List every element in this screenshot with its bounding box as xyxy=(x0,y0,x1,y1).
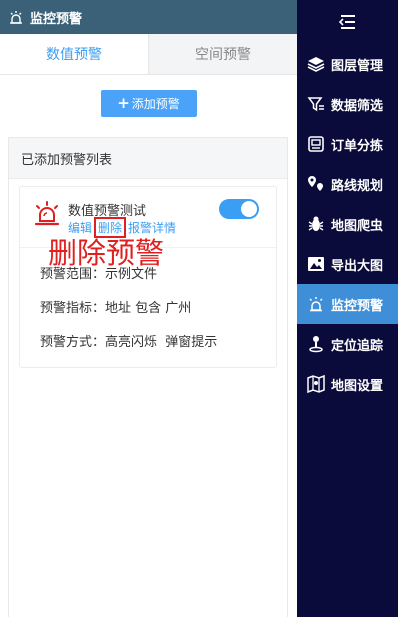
nav-item-filter[interactable]: 数据筛选 xyxy=(297,84,398,124)
nav-item-route[interactable]: 路线规划 xyxy=(297,164,398,204)
nav-item-layers[interactable]: 图层管理 xyxy=(297,44,398,84)
panel-header: 监控预警 xyxy=(0,0,297,34)
nav-item-map-crawler[interactable]: 地图爬虫 xyxy=(297,204,398,244)
location-icon xyxy=(309,336,323,353)
nav-item-order-sort[interactable]: 订单分拣 xyxy=(297,124,398,164)
plus-icon: + xyxy=(117,94,130,112)
warning-enable-toggle[interactable] xyxy=(219,199,259,219)
nav-label: 订单分拣 xyxy=(331,138,384,154)
panel-title: 监控预警 xyxy=(30,11,83,27)
toggle-knob xyxy=(241,201,257,217)
nav-label: 定位追踪 xyxy=(331,338,384,354)
alarm-light-icon xyxy=(34,201,60,226)
warning-list: 已添加预警列表 数值预警测试 编辑 删除 报警详情 预警范围：示例文件 预警指标… xyxy=(8,137,288,617)
nav-label: 路线规划 xyxy=(331,178,384,194)
nav-item-location-tracking[interactable]: 定位追踪 xyxy=(297,324,398,364)
monitor-icon xyxy=(309,297,323,312)
tab-spatial-warning[interactable]: 空间预警 xyxy=(148,34,297,74)
nav-label: 导出大图 xyxy=(331,258,384,274)
nav-item-map-settings[interactable]: 地图设置 xyxy=(297,364,398,404)
nav-label: 地图设置 xyxy=(331,378,384,394)
filter-icon xyxy=(307,97,324,112)
image-icon xyxy=(308,257,324,271)
warning-card: 数值预警测试 编辑 删除 报警详情 预警范围：示例文件 预警指标：地址 包含 广… xyxy=(19,186,277,368)
nav-label: 监控预警 xyxy=(331,298,384,314)
nav-label: 数据筛选 xyxy=(331,98,384,114)
nav-label: 图层管理 xyxy=(331,58,384,74)
side-nav: 图层管理 数据筛选 订单分拣 路线规划 地图爬虫 导出大图 监控预警 定位追踪 … xyxy=(297,0,398,617)
bug-icon xyxy=(308,216,324,231)
sort-icon xyxy=(308,136,324,152)
nav-item-monitor-warning[interactable]: 监控预警 xyxy=(297,284,398,324)
warning-method: 预警方式：高亮闪烁 弹窗提示 xyxy=(40,335,218,350)
map-settings-icon xyxy=(307,375,325,393)
nav-item-export-image[interactable]: 导出大图 xyxy=(297,244,398,284)
tab-numeric-warning[interactable]: 数值预警 xyxy=(0,34,148,74)
menu-collapse-icon xyxy=(338,15,355,29)
layers-icon xyxy=(307,57,325,72)
route-icon xyxy=(308,176,323,191)
add-warning-button[interactable]: + 添加预警 xyxy=(100,89,197,117)
tab-bar: 数值预警 空间预警 xyxy=(0,34,297,75)
monitor-icon xyxy=(10,11,22,24)
add-warning-label: 添加预警 xyxy=(131,96,180,111)
warning-list-title: 已添加预警列表 xyxy=(9,138,287,179)
warning-name: 数值预警测试 xyxy=(68,204,147,219)
delete-warning-annotation: 删除预警 xyxy=(48,236,165,270)
nav-label: 地图爬虫 xyxy=(331,218,384,234)
add-button-row: + 添加预警 xyxy=(0,75,297,131)
collapse-menu-button[interactable] xyxy=(297,0,398,44)
warning-panel: 监控预警 数值预警 空间预警 + 添加预警 已添加预警列表 数值预警测试 编辑 … xyxy=(0,0,297,617)
warning-indicator: 预警指标：地址 包含 广州 xyxy=(40,301,192,316)
